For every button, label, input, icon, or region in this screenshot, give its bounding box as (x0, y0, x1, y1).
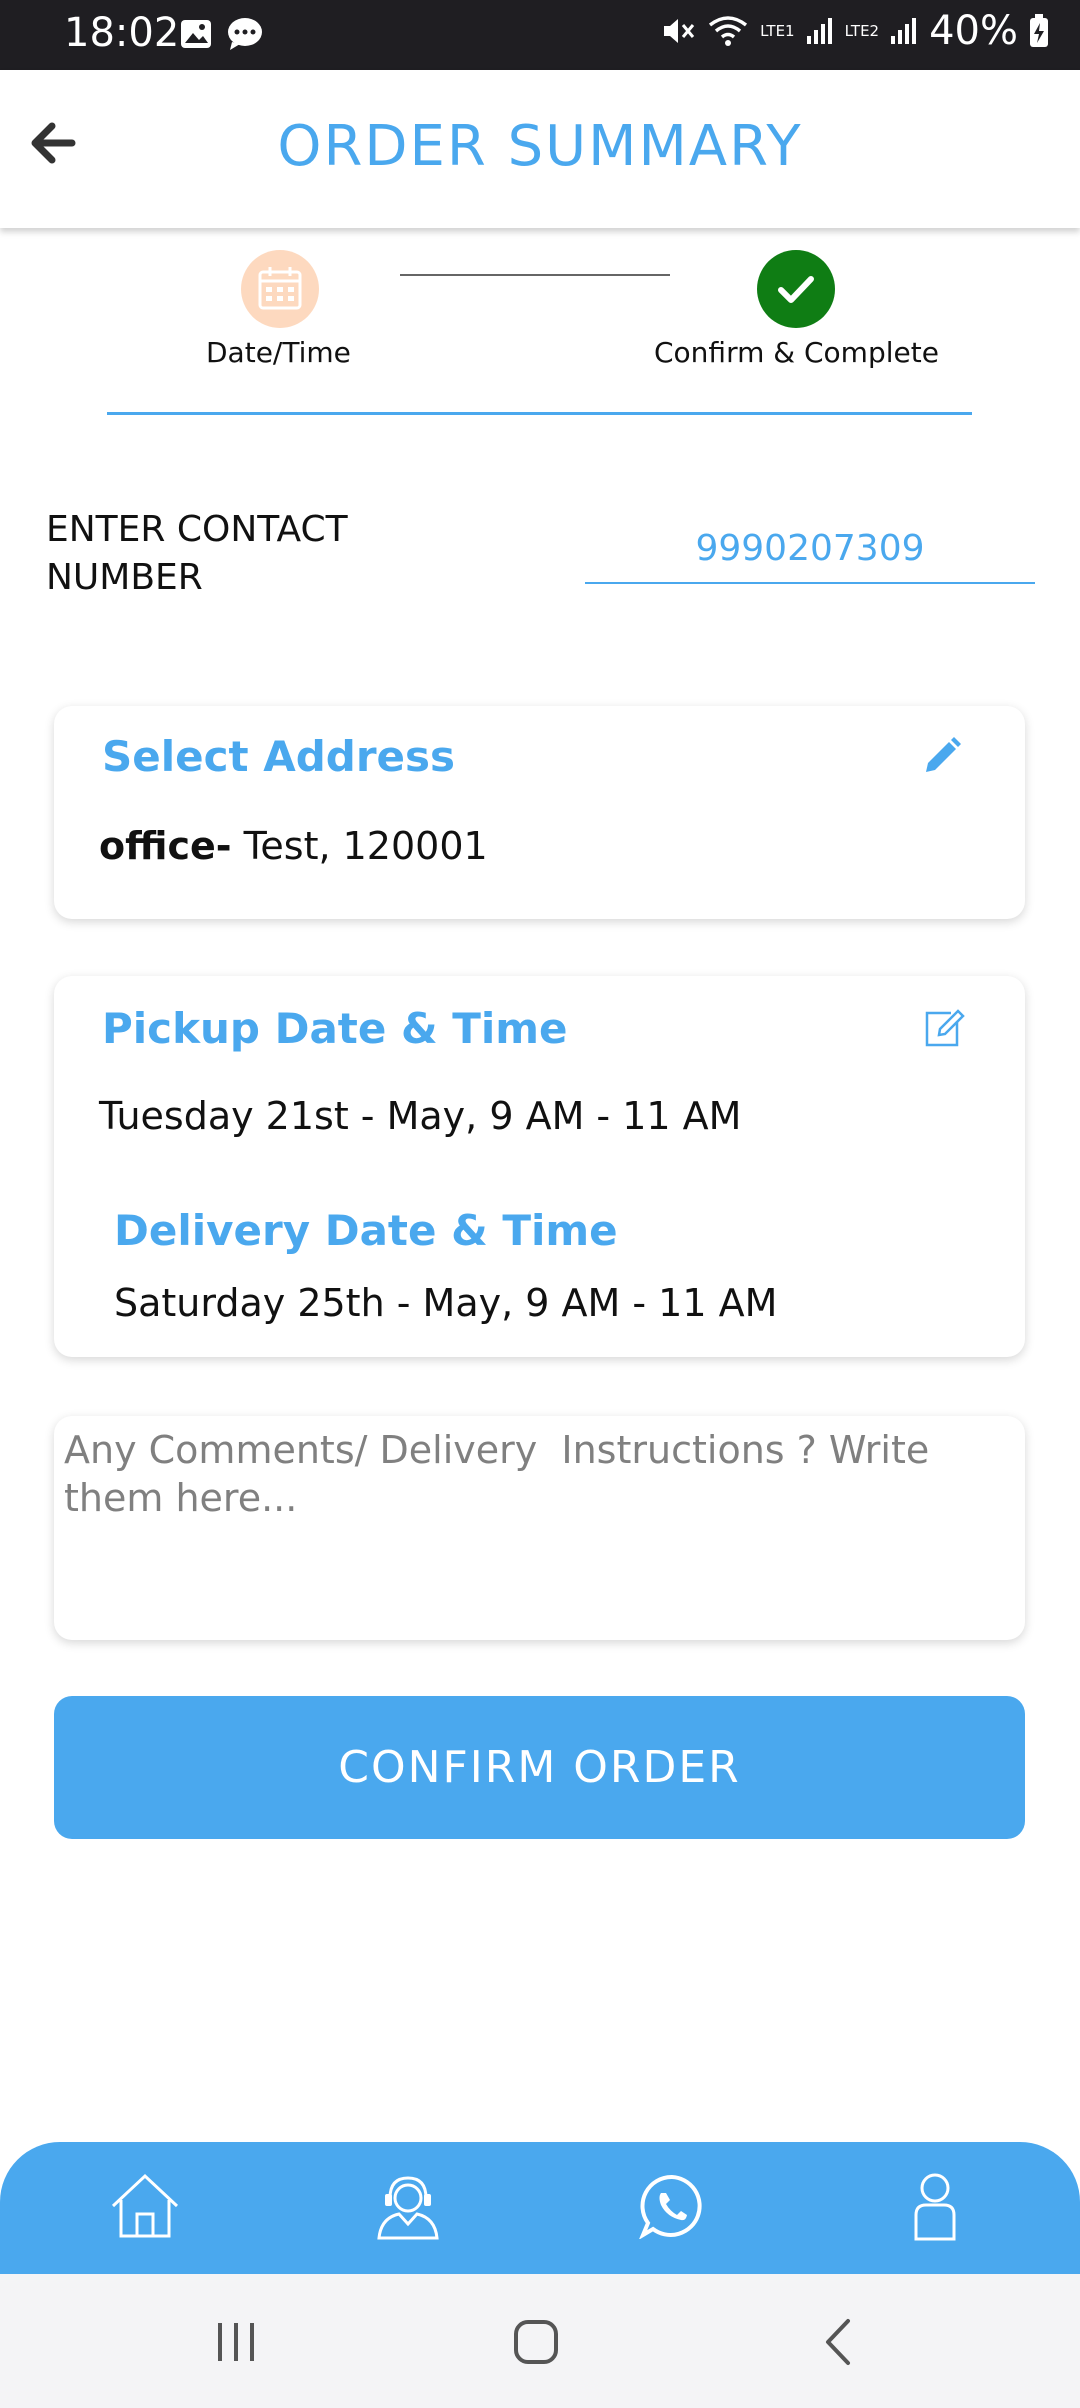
mute-icon (664, 19, 695, 43)
step-connector (400, 274, 670, 276)
step-confirm-label: Confirm & Complete (654, 336, 939, 369)
pickup-title: Pickup Date & Time (102, 1004, 568, 1053)
address-card[interactable]: Select Address office- Test, 120001 (54, 706, 1025, 919)
recent-apps-icon (218, 2323, 254, 2361)
step-confirm-indicator[interactable] (757, 250, 835, 328)
contact-number-input[interactable] (585, 514, 1035, 584)
status-right: LTE1 LTE2 40% (660, 8, 1050, 54)
dates-card: Pickup Date & Time Tuesday 21st - May, 9… (54, 976, 1025, 1357)
battery-charging-icon (1030, 14, 1048, 47)
recent-apps-button[interactable] (206, 2312, 266, 2372)
pencil-edit-icon[interactable] (920, 734, 964, 778)
page-title: ORDER SUMMARY (277, 114, 803, 179)
step-datetime-label: Date/Time (206, 336, 351, 369)
message-notification-icon (228, 18, 262, 50)
address-line: office- Test, 120001 (99, 824, 488, 868)
status-time: 18:02 (64, 10, 180, 56)
back-system-button[interactable] (808, 2312, 868, 2372)
nav-profile[interactable] (895, 2166, 975, 2246)
battery-percent: 40% (929, 8, 1018, 54)
check-icon (778, 276, 814, 303)
image-notification-icon (181, 20, 211, 48)
system-nav-bar (0, 2274, 1080, 2408)
app-header: ORDER SUMMARY (0, 70, 1080, 228)
home-square-icon (514, 2320, 558, 2364)
signal1-icon (806, 18, 832, 44)
pickup-value: Tuesday 21st - May, 9 AM - 11 AM (99, 1094, 742, 1138)
comments-card (54, 1416, 1025, 1640)
address-text: Test, 120001 (231, 824, 488, 868)
edit-square-icon[interactable] (921, 1006, 965, 1050)
status-notification-icons (178, 16, 264, 52)
nav-support[interactable] (368, 2166, 448, 2246)
bottom-nav (0, 2142, 1080, 2274)
contact-number-label: ENTER CONTACT NUMBER (46, 509, 348, 598)
whatsapp-icon (639, 2174, 702, 2239)
nav-whatsapp[interactable] (632, 2166, 712, 2246)
select-address-title: Select Address (102, 732, 456, 781)
support-agent-icon (377, 2176, 439, 2240)
delivery-title: Delivery Date & Time (114, 1206, 618, 1255)
nav-home[interactable] (105, 2166, 185, 2246)
address-type: office- (99, 824, 232, 868)
wifi-icon (709, 16, 748, 46)
calendar-icon (258, 267, 302, 310)
order-stepper: Date/Time Confirm & Complete (0, 240, 1080, 420)
network2-label: LTE2 (844, 22, 880, 40)
home-system-button[interactable] (506, 2312, 566, 2372)
network1-label: LTE1 (760, 22, 795, 40)
home-icon (111, 2173, 179, 2238)
profile-icon (914, 2173, 956, 2241)
step-datetime-indicator[interactable] (241, 250, 319, 328)
stepper-divider (107, 412, 972, 415)
signal2-icon (891, 18, 917, 44)
status-bar: 18:02 LTE1 LTE2 40% (0, 0, 1080, 70)
chevron-left-icon (826, 2319, 850, 2365)
confirm-order-button[interactable]: CONFIRM ORDER (54, 1696, 1025, 1839)
delivery-value: Saturday 25th - May, 9 AM - 11 AM (114, 1281, 778, 1325)
comments-input[interactable] (64, 1426, 1014, 1626)
